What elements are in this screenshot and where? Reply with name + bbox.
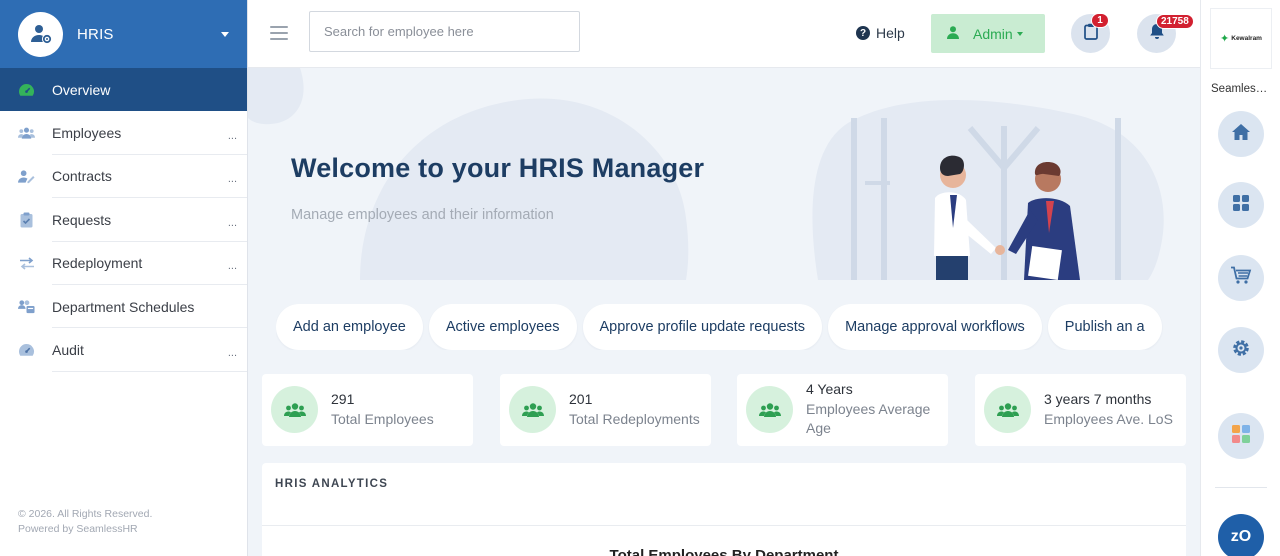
approve-profile-updates-button[interactable]: Approve profile update requests <box>582 304 823 350</box>
sidebar-item-requests[interactable]: Requests ... <box>0 198 247 242</box>
sidebar-item-label: Contracts <box>52 168 112 185</box>
admin-dropdown-button[interactable]: Admin <box>931 14 1045 53</box>
calendar-users-icon <box>18 298 35 315</box>
stat-card-total-redeployments: 201 Total Redeployments <box>500 374 711 446</box>
right-rail: ✦ Kewalram Seamless... zO <box>1200 0 1280 556</box>
publish-button[interactable]: Publish an a <box>1047 304 1162 350</box>
company-logo[interactable]: ✦ Kewalram <box>1211 9 1271 68</box>
users-icon <box>18 125 35 142</box>
exchange-icon <box>18 255 35 272</box>
stat-label: Total Employees <box>331 410 434 427</box>
stats-row: 291 Total Employees 201 Total Redeployme… <box>262 374 1186 446</box>
page-subtitle: Manage employees and their information <box>291 207 554 223</box>
leaf-icon: ✦ <box>1220 33 1230 45</box>
hamburger-menu-icon[interactable] <box>270 26 288 44</box>
more-dots-icon[interactable]: ... <box>228 130 237 142</box>
sidebar-nav: Overview Employees ... Contracts ... Req… <box>0 68 247 372</box>
users-icon <box>271 386 318 433</box>
dashboard-icon <box>18 81 35 98</box>
home-icon <box>1231 123 1251 146</box>
stat-card-average-age: 4 Years Employees Average Age <box>737 374 948 446</box>
sidebar-item-overview[interactable]: Overview <box>0 68 247 112</box>
sidebar-item-label: Department Schedules <box>52 298 195 315</box>
powered-by-text: Powered by SeamlessHR <box>18 523 138 535</box>
sidebar-item-redeployment[interactable]: Redeployment ... <box>0 242 247 285</box>
stat-value: 4 Years <box>806 381 853 397</box>
cart-button[interactable] <box>1218 255 1264 301</box>
more-dots-icon[interactable]: ... <box>228 260 237 272</box>
stat-card-average-los: 3 years 7 months Employees Ave. LoS <box>975 374 1186 446</box>
welcome-hero: Welcome to your HRIS Manager Manage empl… <box>248 68 1200 280</box>
zoho-button[interactable]: zO <box>1218 514 1264 556</box>
clipboard-check-icon <box>18 211 35 228</box>
company-name: Seamless... <box>1211 83 1271 95</box>
help-label: Help <box>876 25 905 41</box>
sidebar-item-contracts[interactable]: Contracts ... <box>0 155 247 199</box>
home-button[interactable] <box>1218 111 1264 157</box>
stat-value: 201 <box>569 391 593 407</box>
page-title: Welcome to your HRIS Manager <box>291 153 705 183</box>
stat-card-total-employees: 291 Total Employees <box>262 374 473 446</box>
apps-button[interactable] <box>1218 182 1264 228</box>
sidebar-footer: © 2026. All Rights Reserved. Powered by … <box>18 507 152 537</box>
copyright-text: © 2026. All Rights Reserved. <box>18 508 153 520</box>
sidebar-header[interactable]: HRIS <box>0 0 247 68</box>
cart-icon <box>1230 266 1252 290</box>
clipboard-badge: 1 <box>1091 13 1109 28</box>
active-employees-button[interactable]: Active employees <box>428 304 577 350</box>
chevron-down-icon <box>1016 31 1023 36</box>
color-grid-icon <box>1231 424 1251 449</box>
more-dots-icon[interactable]: ... <box>228 173 237 185</box>
users-icon <box>509 386 556 433</box>
divider <box>262 525 1186 526</box>
more-dots-icon[interactable]: ... <box>228 347 237 359</box>
apps-grid-icon <box>1232 194 1250 217</box>
stat-label: Employees Ave. LoS <box>1044 410 1173 427</box>
sidebar-item-label: Requests <box>52 211 112 228</box>
sidebar-item-label: Employees <box>52 125 122 142</box>
stat-value: 3 years 7 months <box>1044 391 1152 407</box>
add-employee-button[interactable]: Add an employee <box>276 304 423 350</box>
sidebar-item-employees[interactable]: Employees ... <box>0 111 247 155</box>
sidebar-item-label: Overview <box>52 81 111 98</box>
admin-label: Admin <box>973 25 1013 42</box>
stat-value: 291 <box>331 391 355 407</box>
question-circle-icon: ? <box>856 26 870 40</box>
divider <box>52 370 247 372</box>
brand-wordmark: Kewalram <box>1231 35 1262 42</box>
users-icon <box>984 386 1031 433</box>
app-title: HRIS <box>77 25 114 43</box>
color-apps-button[interactable] <box>1218 413 1264 459</box>
search-input[interactable] <box>309 11 580 52</box>
users-icon <box>746 386 793 433</box>
stat-label: Employees Average Age <box>806 400 931 437</box>
settings-button[interactable] <box>1218 327 1264 373</box>
sidebar-item-department-schedules[interactable]: Department Schedules <box>0 285 247 329</box>
stat-label: Total Redeployments <box>569 410 700 427</box>
chevron-down-icon[interactable] <box>221 31 229 37</box>
topbar: ? Help Admin 1 21758 <box>248 0 1200 68</box>
gauge-icon <box>18 342 35 359</box>
help-link[interactable]: ? Help <box>856 25 905 41</box>
notifications-badge: 21758 <box>1156 14 1194 29</box>
more-dots-icon[interactable]: ... <box>228 217 237 229</box>
chart-title: Total Employees By Department <box>609 547 839 556</box>
section-heading: HRIS ANALYTICS <box>275 478 389 490</box>
quick-actions: Add an employee Active employees Approve p… <box>276 304 1186 350</box>
user-edit-icon <box>18 168 35 185</box>
rail-divider <box>1215 487 1267 488</box>
user-settings-icon[interactable] <box>18 11 63 57</box>
user-icon <box>947 25 959 42</box>
sidebar-item-label: Redeployment <box>52 255 143 272</box>
sidebar-item-label: Audit <box>52 342 84 359</box>
hris-analytics-panel: HRIS ANALYTICS Total Employees By Depart… <box>262 463 1186 556</box>
manage-approval-workflows-button[interactable]: Manage approval workflows <box>828 304 1042 350</box>
sidebar-item-audit[interactable]: Audit ... <box>0 328 247 372</box>
settings-gear-icon <box>1230 337 1252 364</box>
sidebar: HRIS Overview Employees ... Contracts ..… <box>0 0 248 556</box>
